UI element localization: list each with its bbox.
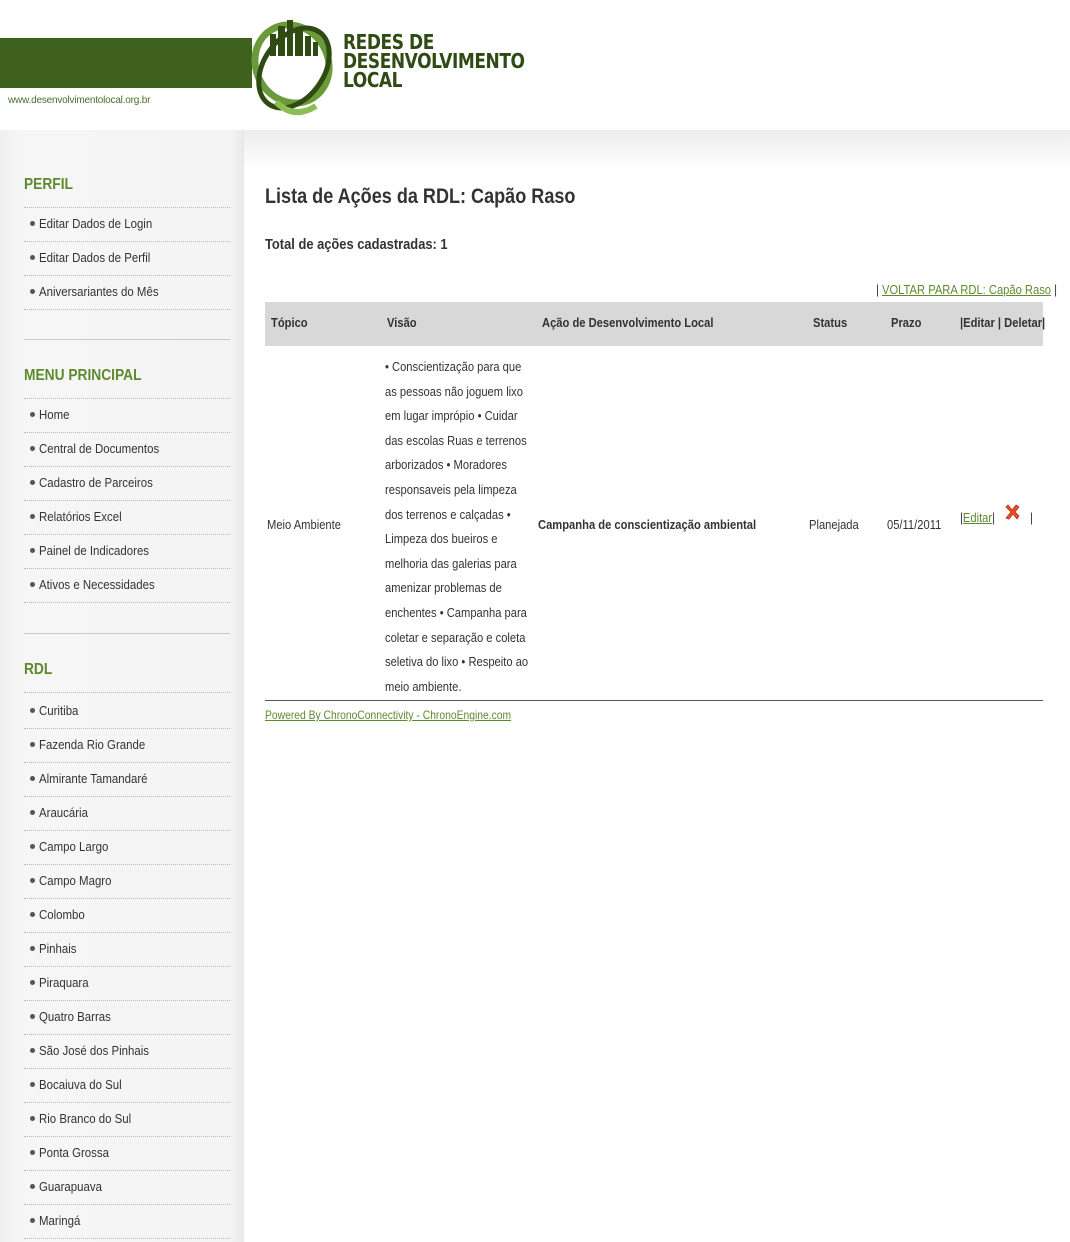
cell-actions: |Editar|	[960, 510, 996, 525]
rdl-item-campo-largo[interactable]: Campo Largo	[24, 831, 230, 865]
bullet-icon	[30, 446, 35, 452]
rdl-item-maringa[interactable]: Maringá	[24, 1205, 230, 1239]
content-top-shade	[244, 130, 1070, 170]
rdl-item-piraquara[interactable]: Piraquara	[24, 967, 230, 1001]
perfil-menu: Editar Dados de Login Editar Dados de Pe…	[24, 208, 230, 310]
rdl-item-sao-jose-dos-pinhais[interactable]: São José dos Pinhais	[24, 1035, 230, 1069]
bullet-icon	[30, 776, 35, 782]
menu-item-editar-login[interactable]: Editar Dados de Login	[24, 208, 230, 242]
bullet-icon	[30, 1014, 35, 1020]
rdl-item-guarapuava[interactable]: Guarapuava	[24, 1171, 230, 1205]
bullet-icon	[30, 289, 35, 295]
menu-item-painel-indicadores[interactable]: Painel de Indicadores	[24, 535, 230, 569]
bullet-icon	[30, 1048, 35, 1054]
main-menu: Home Central de Documentos Cadastro de P…	[24, 399, 230, 603]
bullet-icon	[30, 412, 35, 418]
menu-item-central-documentos[interactable]: Central de Documentos	[24, 433, 230, 467]
bullet-icon	[30, 980, 35, 986]
logo-text: REDES DE DESENVOLVIMENTO LOCAL	[343, 32, 525, 92]
bullet-icon	[30, 1082, 35, 1088]
bullet-icon	[30, 1218, 35, 1224]
bullet-icon	[30, 514, 35, 520]
bullet-icon	[30, 1116, 35, 1122]
column-header-actions: |Editar | Deletar|	[960, 315, 1046, 330]
rdl-item-quatro-barras[interactable]: Quatro Barras	[24, 1001, 230, 1035]
cell-topico: Meio Ambiente	[267, 517, 341, 532]
cell-visao: • Conscientização para que as pessoas nã…	[385, 359, 529, 694]
rdl-item-campo-magro[interactable]: Campo Magro	[24, 865, 230, 899]
bullet-icon	[30, 582, 35, 588]
header-green-bar	[0, 38, 252, 88]
rdl-divider	[24, 692, 230, 693]
site-url: www.desenvolvimentolocal.org.br	[8, 95, 151, 106]
cell-acao: Campanha de conscientização ambiental	[538, 517, 757, 532]
rdl-item-almirante-tamandare[interactable]: Almirante Tamandaré	[24, 763, 230, 797]
perfil-section-title: PERFIL	[24, 176, 73, 193]
bullet-icon	[30, 1150, 35, 1156]
table-header: Tópico Visão Ação de Desenvolvimento Loc…	[265, 302, 1046, 346]
table-bottom-rule	[265, 700, 1043, 701]
column-header-status: Status	[813, 315, 848, 330]
rdl-item-bocaiuva-do-sul[interactable]: Bocaiuva do Sul	[24, 1069, 230, 1103]
rdl-item-curitiba[interactable]: Curitiba	[24, 695, 230, 729]
bullet-icon	[30, 1184, 35, 1190]
logo-line-3: LOCAL	[343, 68, 403, 92]
rdl-item-colombo[interactable]: Colombo	[24, 899, 230, 933]
bullet-icon	[30, 742, 35, 748]
actions-separator: |	[1030, 510, 1033, 525]
menu-item-cadastro-parceiros[interactable]: Cadastro de Parceiros	[24, 467, 230, 501]
cell-status: Planejada	[809, 517, 859, 532]
rdl-section-title: RDL	[24, 661, 53, 678]
menu-item-ativos-necessidades[interactable]: Ativos e Necessidades	[24, 569, 230, 603]
bullet-icon	[30, 255, 35, 261]
rdl-item-pinhais[interactable]: Pinhais	[24, 933, 230, 967]
rdl-item-fazenda-rio-grande[interactable]: Fazenda Rio Grande	[24, 729, 230, 763]
rdl-item-araucaria[interactable]: Araucária	[24, 797, 230, 831]
bullet-icon	[30, 844, 35, 850]
cell-prazo: 05/11/2011	[887, 517, 942, 532]
edit-link[interactable]: Editar	[963, 510, 992, 525]
section-separator	[24, 339, 230, 340]
menu-item-relatorios-excel[interactable]: Relatórios Excel	[24, 501, 230, 535]
menu-item-editar-perfil[interactable]: Editar Dados de Perfil	[24, 242, 230, 276]
bullet-icon	[30, 708, 35, 714]
bullet-icon	[30, 912, 35, 918]
column-header-visao: Visão	[387, 315, 417, 330]
back-to-rdl-link[interactable]: VOLTAR PARA RDL: Capão Raso	[882, 282, 1051, 297]
bullet-icon	[30, 946, 35, 952]
page-title: Lista de Ações da RDL: Capão Raso	[265, 185, 576, 208]
rdl-menu: Curitiba Fazenda Rio Grande Almirante Ta…	[24, 695, 230, 1239]
total-actions: Total de ações cadastradas: 1	[265, 236, 448, 253]
bullet-icon	[30, 548, 35, 554]
section-separator	[24, 633, 230, 634]
column-header-topico: Tópico	[271, 315, 308, 330]
rdl-item-ponta-grossa[interactable]: Ponta Grossa	[24, 1137, 230, 1171]
column-header-acao: Ação de Desenvolvimento Local	[542, 315, 714, 330]
globe-city-logo-icon[interactable]	[246, 2, 342, 130]
back-link-wrapper: | VOLTAR PARA RDL: Capão Raso |	[876, 282, 1058, 297]
delete-x-icon[interactable]	[1003, 503, 1021, 521]
bullet-icon	[30, 810, 35, 816]
column-header-prazo: Prazo	[891, 315, 922, 330]
menu-principal-section-title: MENU PRINCIPAL	[24, 367, 142, 384]
menu-item-home[interactable]: Home	[24, 399, 230, 433]
bullet-icon	[30, 480, 35, 486]
site-header: www.desenvolvimentolocal.org.br REDES DE…	[0, 0, 1070, 130]
powered-by-link[interactable]: Powered By ChronoConnectivity - ChronoEn…	[265, 708, 511, 722]
menu-item-aniversariantes[interactable]: Aniversariantes do Mês	[24, 276, 230, 310]
bullet-icon	[30, 221, 35, 227]
rdl-item-rio-branco-do-sul[interactable]: Rio Branco do Sul	[24, 1103, 230, 1137]
bullet-icon	[30, 878, 35, 884]
